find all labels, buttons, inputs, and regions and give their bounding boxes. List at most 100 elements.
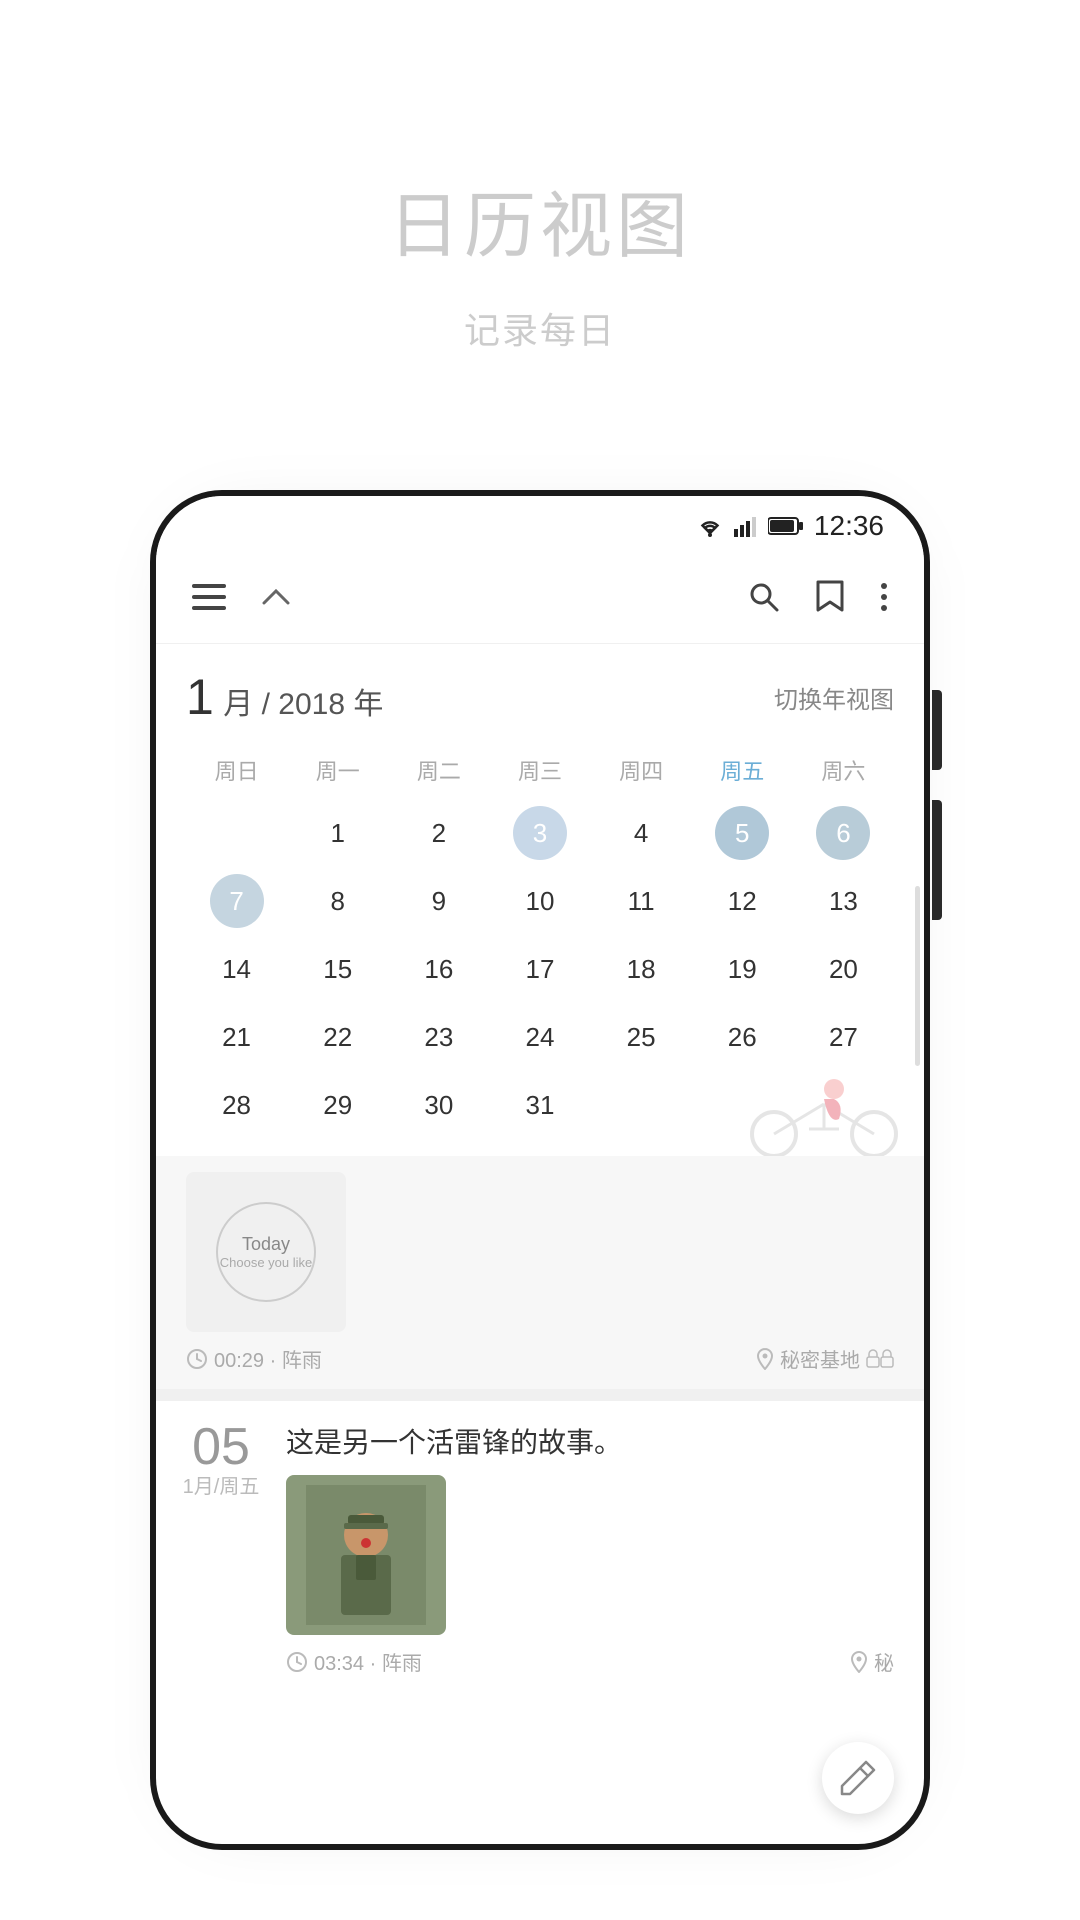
search-icon[interactable]	[748, 581, 780, 618]
bicycle-illustration	[734, 1069, 914, 1159]
day-cell-11[interactable]: 11	[591, 870, 692, 932]
entry-2-time: 03:34 · 阵雨	[286, 1647, 422, 1676]
month-text: 月 / 2018 年	[223, 688, 383, 721]
day-cell-28[interactable]: 28	[186, 1074, 287, 1136]
sticker-circle: Today Choose you like	[216, 1202, 316, 1302]
app-subtitle: 记录每日	[464, 302, 616, 354]
military-person-illustration	[306, 1485, 426, 1625]
status-icons: 12:36	[696, 510, 884, 542]
battery-icon	[768, 516, 804, 536]
day-cell-10[interactable]: 10	[489, 870, 590, 932]
signal-icon	[734, 515, 758, 537]
entry-2-footer: 03:34 · 阵雨 秘	[286, 1647, 894, 1676]
weekday-mon: 周一	[287, 746, 388, 794]
day-cell-25[interactable]: 25	[591, 1006, 692, 1068]
day-cell-31[interactable]: 31	[489, 1074, 590, 1136]
header-right	[748, 580, 888, 619]
day-cell-empty6	[692, 1074, 793, 1136]
diary-section: Today Choose you like	[156, 1156, 924, 1696]
day-cell-24[interactable]: 24	[489, 1006, 590, 1068]
day-cell-21[interactable]: 21	[186, 1006, 287, 1068]
weekday-tue: 周二	[388, 746, 489, 794]
calendar-days: 1 2 3 4 5 6 7 8 9 10 11 12 13	[186, 802, 894, 1136]
location-icon-2	[850, 1651, 868, 1673]
entry-2-title: 这是另一个活雷锋的故事。	[286, 1421, 894, 1461]
entry-2-day-num: 05	[176, 1421, 266, 1473]
day-cell-9[interactable]: 9	[388, 870, 489, 932]
day-cell-23[interactable]: 23	[388, 1006, 489, 1068]
day-cell-1[interactable]: 1	[287, 802, 388, 864]
menu-icon[interactable]	[192, 584, 226, 615]
day-cell-empty5	[591, 1074, 692, 1136]
wifi-icon	[696, 515, 724, 537]
day-cell-22[interactable]: 22	[287, 1006, 388, 1068]
app-header	[156, 556, 924, 644]
day-cell-16[interactable]: 16	[388, 938, 489, 1000]
day-cell-30[interactable]: 30	[388, 1074, 489, 1136]
day-cell-15[interactable]: 15	[287, 938, 388, 1000]
day-cell-12[interactable]: 12	[692, 870, 793, 932]
day-cell-18[interactable]: 18	[591, 938, 692, 1000]
diary-entry-2: 05 1月/周五 这是另一个活雷锋的故事。	[156, 1401, 924, 1696]
entry-2-content: 这是另一个活雷锋的故事。	[286, 1421, 894, 1676]
entry-separator	[156, 1389, 924, 1401]
lock-icon-1	[866, 1349, 894, 1369]
top-section: 日历视图 记录每日	[0, 0, 1080, 520]
calendar-section: 1 月 / 2018 年 切换年视图 周日 周一 周二 周三 周四 周五 周六	[156, 644, 924, 1156]
day-cell-4[interactable]: 4	[591, 802, 692, 864]
sticker-sub-text: Choose you like	[220, 1255, 313, 1270]
entry-1-location: 秘密基地	[756, 1344, 894, 1373]
weekday-thu: 周四	[591, 746, 692, 794]
status-bar: 12:36	[156, 496, 924, 556]
weekday-sat: 周六	[793, 746, 894, 794]
phone-side-button-2[interactable]	[932, 800, 942, 920]
entry-2-image	[286, 1475, 446, 1635]
clock-icon	[186, 1348, 208, 1370]
day-cell-20[interactable]: 20	[793, 938, 894, 1000]
more-icon[interactable]	[880, 582, 888, 617]
day-cell-26[interactable]: 26	[692, 1006, 793, 1068]
phone-screen: 12:36	[156, 496, 924, 1844]
day-cell-2[interactable]: 2	[388, 802, 489, 864]
entry-1-time: 00:29 · 阵雨	[186, 1344, 322, 1373]
phone-side-button-1[interactable]	[932, 690, 942, 770]
entry-1-footer: 00:29 · 阵雨 秘密基地	[186, 1344, 894, 1373]
day-cell-7[interactable]: 7	[186, 870, 287, 932]
day-cell-6[interactable]: 6	[793, 802, 894, 864]
day-cell-27[interactable]: 27	[793, 1006, 894, 1068]
weekday-sun: 周日	[186, 746, 287, 794]
month-number: 1	[186, 669, 214, 725]
phone-frame: 12:36	[150, 490, 930, 1850]
switch-year-button[interactable]: 切换年视图	[774, 680, 894, 715]
weekday-wed: 周三	[489, 746, 590, 794]
bookmark-icon[interactable]	[816, 580, 844, 619]
fab-button[interactable]	[822, 1742, 894, 1814]
day-cell-14[interactable]: 14	[186, 938, 287, 1000]
app-title: 日历视图	[388, 167, 692, 272]
day-cell-29[interactable]: 29	[287, 1074, 388, 1136]
sticker-today-text: Today	[242, 1234, 290, 1255]
day-cell-17[interactable]: 17	[489, 938, 590, 1000]
entry-2-time-text: 03:34 · 阵雨	[314, 1647, 422, 1676]
entry-1-location-text: 秘密基地	[780, 1344, 860, 1373]
entry-1-content: Today Choose you like	[186, 1172, 894, 1332]
day-cell-8[interactable]: 8	[287, 870, 388, 932]
day-cell-13[interactable]: 13	[793, 870, 894, 932]
day-cell-3[interactable]: 3	[489, 802, 590, 864]
entry-2-day-label: 1月/周五	[176, 1473, 266, 1501]
day-cell-19[interactable]: 19	[692, 938, 793, 1000]
entry-2-location: 秘	[850, 1647, 894, 1676]
collapse-icon[interactable]	[262, 587, 290, 612]
calendar-grid: 周日 周一 周二 周三 周四 周五 周六 1 2 3	[186, 746, 894, 1136]
entry-2-location-text: 秘	[874, 1647, 894, 1676]
day-cell-5[interactable]: 5	[692, 802, 793, 864]
entry-2-inner: 05 1月/周五 这是另一个活雷锋的故事。	[176, 1421, 894, 1676]
scrollbar[interactable]	[915, 886, 920, 1066]
diary-entry-1: Today Choose you like	[156, 1156, 924, 1389]
day-cell-empty1	[186, 802, 287, 864]
entry-1-time-text: 00:29 · 阵雨	[214, 1344, 322, 1373]
today-sticker: Today Choose you like	[186, 1172, 346, 1332]
clock-icon-2	[286, 1651, 308, 1673]
calendar-month-label: 1 月 / 2018 年	[186, 668, 383, 726]
location-icon-1	[756, 1348, 774, 1370]
